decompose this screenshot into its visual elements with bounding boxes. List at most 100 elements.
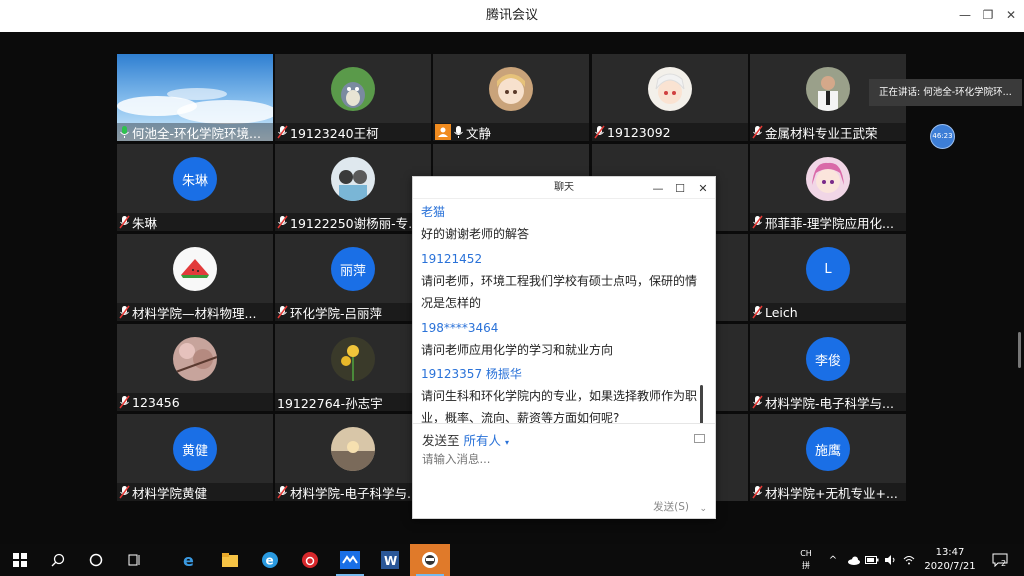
participant-nameplate: 19123240王柯 [275,123,431,141]
participant-name: 材料学院-电子科学与... [290,485,419,501]
microphone-muted-icon [752,215,763,229]
host-person-icon [435,124,451,140]
microphone-on-icon [120,126,129,138]
participant-name: 材料学院黄健 [132,485,208,501]
participant-nameplate: 19122250谢杨丽-专业... [275,213,431,231]
notification-center-icon[interactable]: 2 [988,544,1012,576]
battery-icon[interactable] [864,544,880,576]
cortana-icon[interactable] [76,544,116,576]
chat-compose: 发送至 所有人 ▾ 发送(S) ⌄ [413,423,715,520]
send-to-target[interactable]: 所有人 [464,433,502,448]
participant-nameplate: 123456 [117,393,273,411]
participant-tile[interactable]: 李俊 材料学院-电子科学与... [750,324,906,411]
ime-language: CH [800,549,812,558]
app-title: 腾讯会议 [485,8,538,23]
send-button[interactable]: 发送(S) [653,499,689,514]
participant-tile[interactable]: L Leich [750,234,906,321]
system-clock[interactable]: 13:47 2020/7/21 [920,546,980,574]
participant-name: 金属材料专业王武荣 [765,125,878,141]
restore-button[interactable]: ❐ [977,4,999,26]
message-input[interactable] [422,452,692,466]
wechat-icon[interactable] [410,544,450,576]
send-to-label: 发送至 [422,433,460,448]
message-sender: 198****3464 [421,321,499,335]
microphone-muted-icon [277,125,288,139]
participant-nameplate: 材料学院黄健 [117,483,273,501]
participant-avatar: 施鹰 [806,427,850,471]
participant-tile[interactable]: 19122250谢杨丽-专业... [275,144,431,231]
participant-name: 19123092 [607,124,671,140]
task-view-icon[interactable] [114,544,154,576]
chevron-down-icon[interactable]: ⌄ [699,504,707,514]
wifi-icon[interactable] [902,544,916,576]
participant-name: 19122764-孙志宇 [277,395,383,411]
participant-tile[interactable]: 丽萍 环化学院-吕丽萍 [275,234,431,321]
start-icon[interactable] [0,544,40,576]
microphone-muted-icon [119,305,130,319]
netease-music-icon[interactable] [290,544,330,576]
chat-close-button[interactable]: ✕ [694,179,712,197]
volume-icon[interactable] [884,544,898,576]
participant-name: 材料学院—材料物理... [132,305,257,321]
word-icon[interactable]: W [370,544,410,576]
participant-tile[interactable]: 19123240王柯 [275,54,431,141]
blossom-photo [173,337,217,381]
participant-tile[interactable]: 朱琳 朱琳 [117,144,273,231]
participant-tile[interactable]: 19123092 [592,54,748,141]
participant-nameplate: 材料学院+无机专业+... [750,483,906,501]
stage-scrollbar[interactable] [1018,332,1021,368]
chat-header[interactable]: 聊天 — ☐ ✕ [413,177,715,199]
microphone-muted-icon [752,395,763,409]
onedrive-cloud-icon[interactable] [846,544,862,576]
tencent-meeting-icon[interactable] [330,544,370,576]
speaking-indicator: 正在讲话: 何池全-环化学院环... [869,79,1022,106]
svg-text:W: W [384,554,397,568]
microphone-muted-icon [752,125,763,139]
search-icon[interactable] [38,544,78,576]
caret-down-icon: ▾ [505,438,510,447]
participant-tile[interactable]: 何池全-环化学院环境... [117,54,273,141]
anime-boy-photo [648,67,692,111]
participant-tile[interactable]: 黄健 材料学院黄健 [117,414,273,501]
participant-name: 材料学院+无机专业+... [765,485,898,501]
microphone-muted-icon [277,215,288,229]
edge-icon[interactable]: e [170,544,210,576]
participant-nameplate: 文静 [433,123,589,141]
participant-name: Leich [765,304,798,320]
microphone-on-icon [454,126,463,138]
flower-photo [331,337,375,381]
chat-maximize-button[interactable]: ☐ [671,179,689,197]
chevron-up-icon[interactable]: ^ [826,544,840,576]
chat-message: 198****3464 请问老师应用化学的学习和就业方向 [421,320,705,361]
participant-tile[interactable]: 材料学院—材料物理... [117,234,273,321]
participant-name: 文静 [466,125,492,141]
participant-tile[interactable]: 材料学院-电子科学与... [275,414,431,501]
chat-window: 聊天 — ☐ ✕ 老猫 好的谢谢老师的解答 19121452 请问老师，环境工程… [412,176,716,519]
microphone-muted-icon [594,125,605,139]
participant-name: 材料学院-电子科学与... [765,395,894,411]
file-explorer-icon[interactable] [210,544,250,576]
microphone-muted-icon [752,305,763,319]
participant-tile[interactable]: 邢菲菲-理学院应用化... [750,144,906,231]
close-button[interactable]: ✕ [1000,4,1022,26]
ie-icon[interactable]: e [250,544,290,576]
participant-tile[interactable]: 19122764-孙志宇 [275,324,431,411]
notification-count: 2 [1001,559,1007,568]
send-to-selector[interactable]: 发送至 所有人 ▾ [422,430,509,449]
sunset-photo [331,427,375,471]
participant-nameplate: 邢菲菲-理学院应用化... [750,213,906,231]
participant-tile[interactable]: 施鹰 材料学院+无机专业+... [750,414,906,501]
screenshot-icon[interactable] [694,434,705,443]
ime-indicator[interactable]: CH 拼 [799,544,813,576]
chat-messages[interactable]: 老猫 好的谢谢老师的解答 19121452 请问老师，环境工程我们学校有硕士点吗… [413,199,705,423]
minimize-button[interactable]: — [954,4,976,26]
participant-tile[interactable]: 123456 [117,324,273,411]
chat-message: 19121452 请问老师，环境工程我们学校有硕士点吗，保研的情 况是怎样的 [421,251,705,314]
meeting-timer-badge[interactable]: 46:23 [930,124,955,149]
participant-tile[interactable]: 文静 [433,54,589,141]
windows-taskbar: e e W CH 拼 ^ 13:47 2020/7/21 2 [0,544,1024,576]
participant-nameplate: 19123092 [592,123,748,141]
chat-minimize-button[interactable]: — [649,179,667,197]
message-text: 请问生科和环化学院内的专业，如果选择教师作为职 [421,389,698,403]
chat-scrollbar[interactable] [700,385,703,423]
